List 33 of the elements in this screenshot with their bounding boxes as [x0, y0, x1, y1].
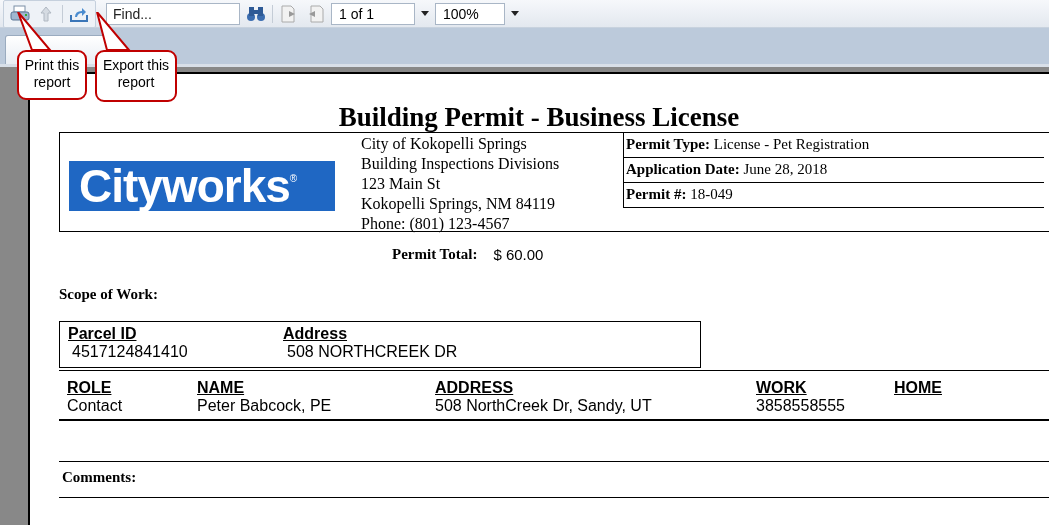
page-selector[interactable]: 1 of 1	[331, 2, 415, 25]
table-cell-text: 3858558555	[756, 397, 846, 415]
column-header: Parcel ID	[68, 325, 138, 343]
column-header: WORK	[756, 379, 808, 397]
table-cell-text: 4517124841410	[71, 343, 189, 361]
address-line: Kokopelli Springs, NM 84119	[361, 194, 557, 214]
dropdown-caret-icon[interactable]	[421, 11, 429, 16]
table-cell-text: 508 NorthCreek Dr, Sandy, UT	[435, 397, 653, 415]
comments-label: Comments:	[59, 469, 1049, 498]
address-line: 123 Main St	[361, 174, 442, 194]
address-line: Building Inspections Divisions	[361, 154, 561, 174]
column-header: ROLE	[67, 379, 113, 397]
column-header: NAME	[197, 379, 246, 397]
table-cell: 508 NORTHCREEK DR	[287, 343, 458, 361]
cityworks-logo: Cityworks$^{®}$	[69, 161, 335, 211]
permit-field: Permit Type: License - Pet Registration	[624, 133, 1044, 158]
scope-label: Scope of Work:	[59, 286, 159, 303]
binoculars-icon[interactable]	[246, 4, 266, 23]
permit-field: Permit #: 18-049	[624, 183, 1044, 207]
column-header: Address	[283, 325, 348, 343]
table-cell-text: Contact	[67, 397, 124, 415]
table-cell-text: Peter Babcock, PE	[197, 397, 333, 415]
permit-field: Application Date: June 28, 2018	[624, 158, 1044, 183]
permit-total-label: Permit Total:	[392, 246, 478, 264]
column-header: HOME	[894, 379, 943, 397]
address-line: Phone: (801) 123-4567	[361, 214, 511, 234]
address-line: City of Kokopelli Springs	[361, 134, 528, 154]
report-title: Building Permit - Business License	[337, 102, 741, 132]
dropdown-caret-icon[interactable]	[511, 11, 519, 16]
column-header: ADDRESS	[435, 379, 515, 397]
permit-total-value: $ 60.00	[493, 246, 544, 265]
callout-pointer	[14, 12, 54, 52]
zoom-selector[interactable]: 100%	[435, 2, 505, 25]
